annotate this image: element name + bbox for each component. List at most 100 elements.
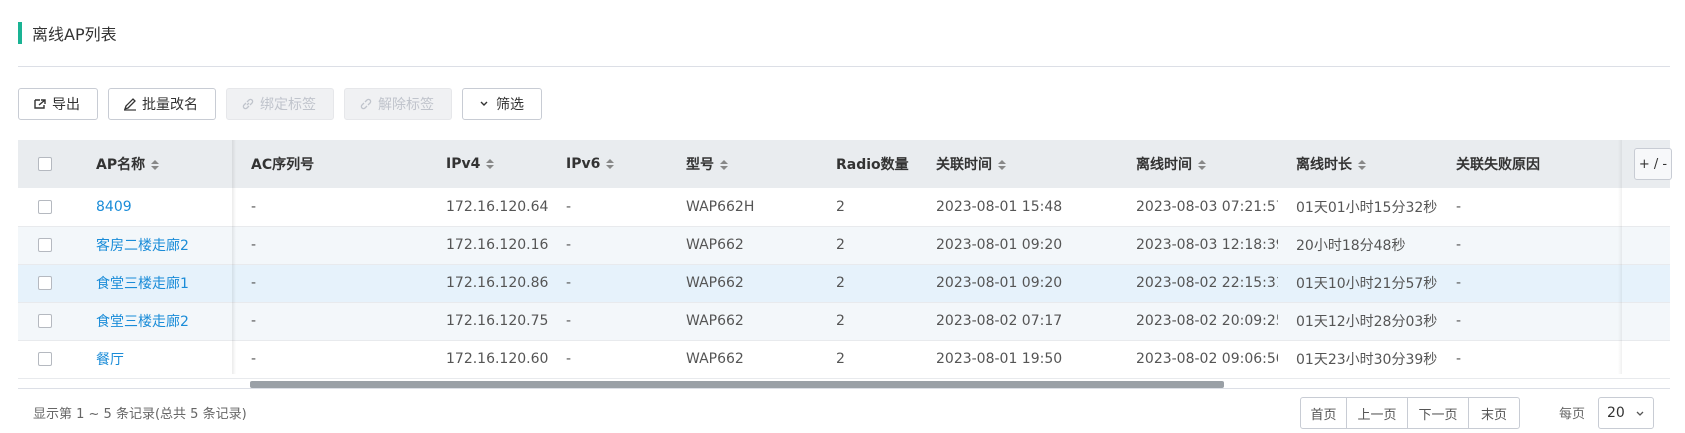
model-cell: WAP662 xyxy=(686,237,744,253)
bind-tag-label: 绑定标签 xyxy=(260,97,316,113)
sort-icon xyxy=(998,160,1006,170)
sort-icon xyxy=(720,160,728,170)
header-offline-duration[interactable]: 离线时长 xyxy=(1278,140,1438,188)
radio-cell: 2 xyxy=(836,313,845,329)
assoc-time-cell: 2023-08-01 15:48 xyxy=(936,198,1063,215)
batch-rename-button[interactable]: 批量改名 xyxy=(108,88,216,120)
offline-time-cell: 2023-08-02 20:09:25 xyxy=(1136,313,1278,329)
ipv6-cell: - xyxy=(566,351,572,367)
bind-tag-button[interactable]: 绑定标签 xyxy=(226,88,334,120)
fail-reason-cell: - xyxy=(1456,275,1462,291)
chevron-down-icon xyxy=(477,97,491,111)
link-icon xyxy=(241,97,255,111)
offline-time-cell: 2023-08-02 09:06:50 xyxy=(1136,351,1278,367)
offline-duration-cell: 01天10小时21分57秒 xyxy=(1296,276,1438,292)
table-header-row: AP名称 AC序列号 IPv4 IPv6 型号 Radio数量 关联时间 离线时… xyxy=(18,140,1670,188)
ac-serial-cell: - xyxy=(251,198,257,215)
ipv4-cell: 172.16.120.60 xyxy=(446,351,548,367)
edit-icon xyxy=(123,97,137,111)
header-ap-name[interactable]: AP名称 xyxy=(78,140,233,188)
pagination: 首页 上一页 下一页 末页 xyxy=(1300,397,1520,429)
sort-icon xyxy=(606,159,615,169)
model-cell: WAP662H xyxy=(686,198,755,215)
ipv6-cell: - xyxy=(566,198,572,215)
ipv6-cell: - xyxy=(566,237,572,253)
sort-icon xyxy=(1198,160,1206,170)
offline-time-cell: 2023-08-03 07:21:57 xyxy=(1136,198,1278,215)
ap-name-link[interactable]: 8409 xyxy=(78,188,233,226)
unlink-icon xyxy=(359,97,373,111)
offline-duration-cell: 01天23小时30分39秒 xyxy=(1296,352,1438,368)
row-checkbox[interactable] xyxy=(38,199,52,214)
filter-button[interactable]: 筛选 xyxy=(462,88,542,120)
row-checkbox[interactable] xyxy=(38,352,52,366)
ipv6-cell: - xyxy=(566,275,572,291)
title-divider xyxy=(18,66,1670,67)
per-page-label: 每页 xyxy=(1559,407,1586,422)
assoc-time-cell: 2023-08-02 07:17 xyxy=(936,313,1063,329)
offline-time-cell: 2023-08-03 12:18:39 xyxy=(1136,237,1278,253)
ac-serial-cell: - xyxy=(251,275,257,291)
ipv4-cell: 172.16.120.75 xyxy=(446,313,548,329)
header-ipv4[interactable]: IPv4 xyxy=(428,140,548,188)
export-label: 导出 xyxy=(52,97,80,113)
sort-icon xyxy=(151,160,160,170)
per-page-select[interactable]: 20 xyxy=(1598,397,1654,429)
ap-name-link[interactable]: 客房二楼走廊2 xyxy=(78,226,233,264)
offline-duration-cell: 20小时18分48秒 xyxy=(1296,238,1406,254)
fail-reason-cell: - xyxy=(1456,313,1462,329)
select-all-checkbox[interactable] xyxy=(38,157,52,171)
table-bottom-divider xyxy=(18,388,1670,389)
table-row[interactable]: 食堂三楼走廊2 - 172.16.120.75 - WAP662 2 2023-… xyxy=(18,302,1670,340)
model-cell: WAP662 xyxy=(686,351,744,367)
ap-name-link[interactable]: 食堂三楼走廊2 xyxy=(78,302,233,340)
ap-name-link[interactable]: 食堂三楼走廊1 xyxy=(78,264,233,302)
record-count-info: 显示第 1 ~ 5 条记录(总共 5 条记录) xyxy=(33,407,247,422)
toolbar: 导出 批量改名 绑定标签 解除标签 筛选 xyxy=(18,88,542,120)
export-button[interactable]: 导出 xyxy=(18,88,98,120)
unbind-tag-button[interactable]: 解除标签 xyxy=(344,88,452,120)
ipv4-cell: 172.16.120.64 xyxy=(446,198,548,215)
offline-ap-table: AP名称 AC序列号 IPv4 IPv6 型号 Radio数量 关联时间 离线时… xyxy=(18,140,1670,379)
chevron-down-icon xyxy=(1635,407,1645,423)
batch-rename-label: 批量改名 xyxy=(142,97,198,113)
export-icon xyxy=(33,97,47,111)
filter-label: 筛选 xyxy=(496,97,524,113)
radio-cell: 2 xyxy=(836,275,845,291)
row-checkbox[interactable] xyxy=(38,238,52,252)
prev-page-button[interactable]: 上一页 xyxy=(1346,397,1408,429)
row-checkbox[interactable] xyxy=(38,314,52,328)
offline-duration-cell: 01天01小时15分32秒 xyxy=(1296,199,1438,216)
model-cell: WAP662 xyxy=(686,313,744,329)
fail-reason-cell: - xyxy=(1456,198,1462,215)
next-page-button[interactable]: 下一页 xyxy=(1407,397,1469,429)
ipv4-cell: 172.16.120.86 xyxy=(446,275,548,291)
assoc-time-cell: 2023-08-01 19:50 xyxy=(936,351,1063,367)
table-row[interactable]: 餐厅 - 172.16.120.60 - WAP662 2 2023-08-01… xyxy=(18,340,1670,378)
radio-cell: 2 xyxy=(836,237,845,253)
header-offline-time[interactable]: 离线时间 xyxy=(1118,140,1278,188)
table-row[interactable]: 食堂三楼走廊1 - 172.16.120.86 - WAP662 2 2023-… xyxy=(18,264,1670,302)
fail-reason-cell: - xyxy=(1456,237,1462,253)
table-row[interactable]: 8409 - 172.16.120.64 - WAP662H 2 2023-08… xyxy=(18,188,1670,226)
header-ipv6[interactable]: IPv6 xyxy=(548,140,668,188)
radio-cell: 2 xyxy=(836,198,845,215)
offline-time-cell: 2023-08-02 22:15:31 xyxy=(1136,275,1278,291)
header-assoc-time[interactable]: 关联时间 xyxy=(918,140,1118,188)
table-row[interactable]: 客房二楼走廊2 - 172.16.120.165 - WAP662 2 2023… xyxy=(18,226,1670,264)
header-radio: Radio数量 xyxy=(818,140,918,188)
assoc-time-cell: 2023-08-01 09:20 xyxy=(936,275,1063,291)
column-toggle-button[interactable]: + / - xyxy=(1634,148,1672,180)
ap-table-container: AP名称 AC序列号 IPv4 IPv6 型号 Radio数量 关联时间 离线时… xyxy=(18,140,1670,386)
row-checkbox[interactable] xyxy=(38,276,52,290)
last-page-button[interactable]: 末页 xyxy=(1468,397,1520,429)
ac-serial-cell: - xyxy=(251,237,257,253)
ap-name-link[interactable]: 餐厅 xyxy=(78,340,233,378)
header-ac-serial: AC序列号 xyxy=(233,140,428,188)
header-model[interactable]: 型号 xyxy=(668,140,818,188)
first-page-button[interactable]: 首页 xyxy=(1300,397,1347,429)
per-page-value: 20 xyxy=(1607,405,1625,421)
ipv4-cell: 172.16.120.165 xyxy=(446,237,548,253)
horizontal-scrollbar[interactable] xyxy=(250,381,1224,388)
ipv6-cell: - xyxy=(566,313,572,329)
